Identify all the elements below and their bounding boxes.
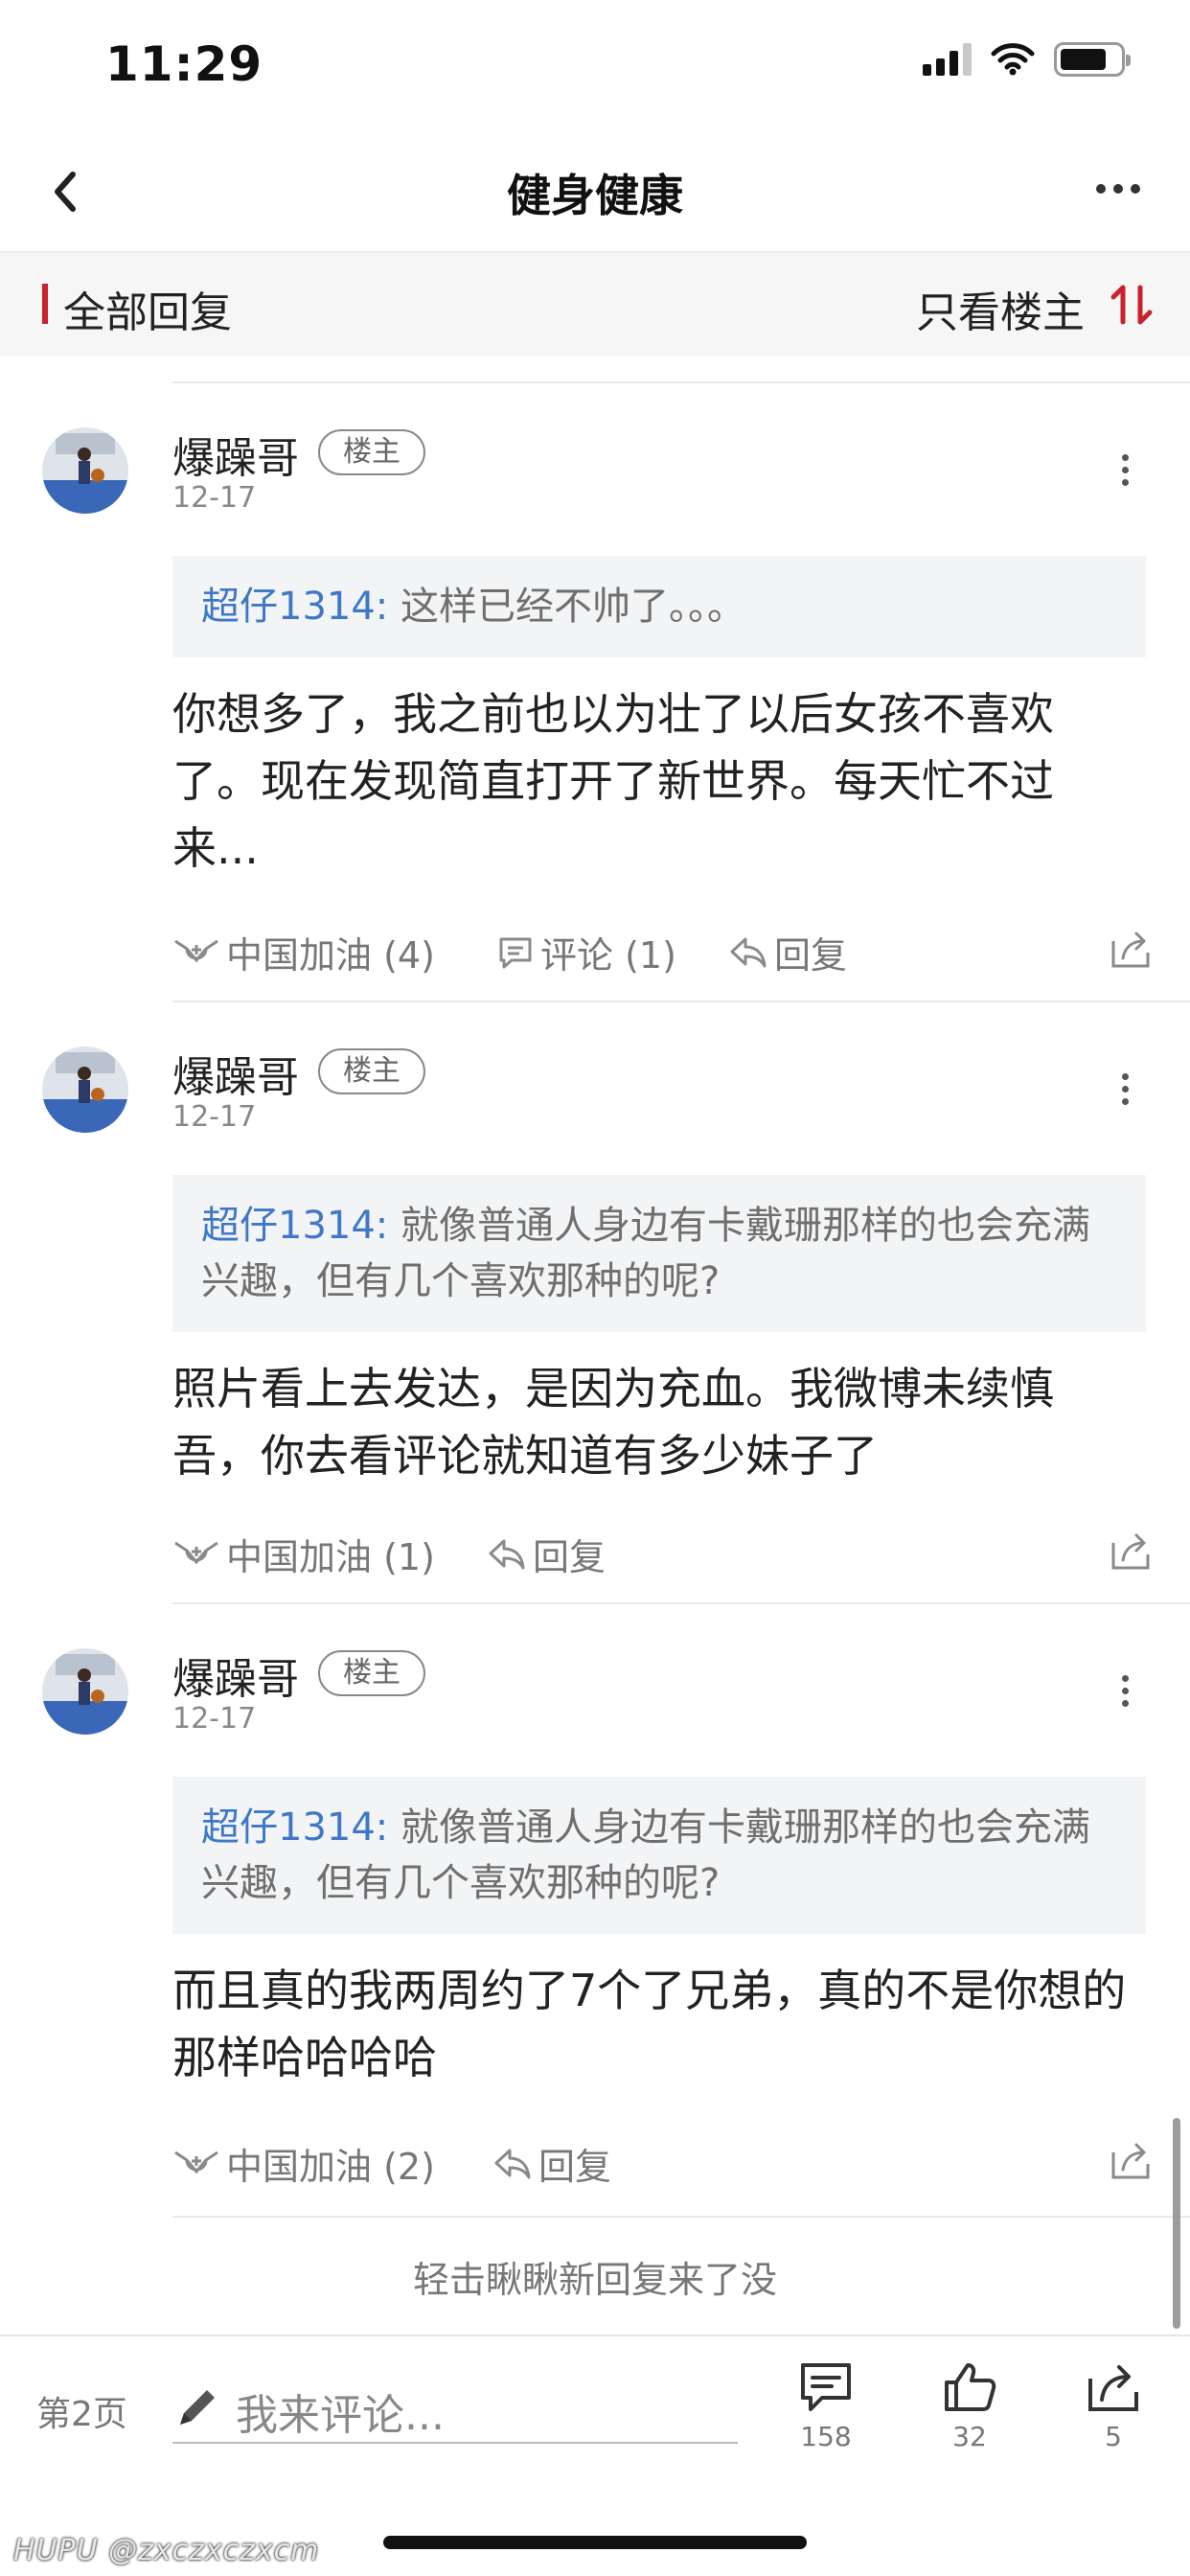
reply-actions: 中国加油 (2) 回复 bbox=[172, 2137, 1150, 2195]
more-options-icon[interactable] bbox=[1096, 184, 1140, 194]
reply-button[interactable]: 回复 bbox=[487, 1528, 606, 1580]
share-post-button[interactable]: 5 bbox=[1065, 2359, 1161, 2452]
avatar[interactable] bbox=[42, 427, 128, 514]
comments-count: 158 bbox=[800, 2421, 852, 2452]
reply-more-icon[interactable] bbox=[1122, 1073, 1129, 1105]
share-post-icon bbox=[1088, 2365, 1138, 2411]
scrollbar[interactable] bbox=[1173, 2118, 1180, 2329]
share-icon[interactable] bbox=[1108, 2137, 1154, 2183]
reply-date: 12-17 bbox=[172, 481, 257, 515]
comment-icon bbox=[499, 937, 532, 968]
reply-actions: 中国加油 (4) 评论 (1) 回复 bbox=[172, 926, 1150, 983]
separator bbox=[172, 1000, 1190, 1002]
quote-author[interactable]: 超仔1314: bbox=[201, 1204, 388, 1248]
battery-icon bbox=[1054, 42, 1131, 77]
likes-count: 32 bbox=[952, 2421, 987, 2452]
reply-text: 照片看上去发达，是因为充血。我微博未续慎吾，你去看评论就知道有多少妹子了 bbox=[172, 1363, 1054, 1482]
page-indicator[interactable]: 第2页 bbox=[36, 2386, 127, 2436]
quoted-reply[interactable]: 超仔1314: 就像普通人身边有卡戴珊那样的也会充满兴趣，但有几个喜欢那种的呢? bbox=[172, 1777, 1146, 1934]
shares-count: 5 bbox=[1105, 2421, 1122, 2452]
comment-button[interactable]: 评论 (1) bbox=[496, 926, 676, 978]
wifi-icon bbox=[991, 43, 1035, 76]
like-button[interactable]: 中国加油 (1) bbox=[172, 1528, 435, 1580]
like-post-button[interactable]: 32 bbox=[922, 2359, 1018, 2452]
quote-author[interactable]: 超仔1314: bbox=[201, 585, 388, 629]
quote-text: 这样已经不帅了。。。 bbox=[400, 585, 745, 629]
avatar[interactable] bbox=[42, 1648, 128, 1735]
nav-bar: 健身健康 bbox=[0, 134, 1190, 249]
comment-placeholder: 我来评论... bbox=[236, 2391, 445, 2440]
only-op-button[interactable]: 只看楼主 bbox=[916, 278, 1085, 339]
reply-label: 回复 bbox=[533, 1536, 606, 1578]
separator bbox=[172, 1602, 1190, 1604]
op-badge: 楼主 bbox=[318, 1650, 425, 1696]
reply-actions: 中国加油 (1) 回复 bbox=[172, 1528, 1150, 1585]
watermark: HUPU @zxczxczxcm bbox=[13, 2534, 320, 2567]
reply-more-icon[interactable] bbox=[1122, 454, 1129, 486]
user-name[interactable]: 爆躁哥 bbox=[172, 1644, 299, 1706]
load-new-replies[interactable]: 轻击瞅瞅新回复来了没 bbox=[0, 2250, 1190, 2303]
like-button[interactable]: 中国加油 (2) bbox=[172, 2137, 435, 2190]
like-label: 中国加油 (2) bbox=[226, 2146, 435, 2188]
comments-button[interactable]: 158 bbox=[778, 2359, 874, 2452]
quoted-reply[interactable]: 超仔1314: 这样已经不帅了。。。 bbox=[172, 556, 1146, 657]
status-icons bbox=[923, 42, 1131, 77]
like-label: 中国加油 (4) bbox=[226, 934, 435, 977]
op-badge: 楼主 bbox=[318, 429, 425, 475]
separator bbox=[172, 381, 1190, 383]
reply-text: 你想多了，我之前也以为壮了以后女孩不喜欢了。现在发现简直打开了新世界。每天忙不过… bbox=[172, 688, 1054, 874]
cheer-icon bbox=[174, 939, 218, 962]
quoted-reply[interactable]: 超仔1314: 就像普通人身边有卡戴珊那样的也会充满兴趣，但有几个喜欢那种的呢? bbox=[172, 1175, 1146, 1332]
op-badge: 楼主 bbox=[318, 1048, 425, 1094]
reply-date: 12-17 bbox=[172, 1100, 257, 1134]
pen-icon bbox=[180, 2390, 215, 2425]
comment-label: 评论 (1) bbox=[540, 934, 676, 977]
reply-date: 12-17 bbox=[172, 1702, 257, 1736]
reply-button[interactable]: 回复 bbox=[728, 926, 847, 978]
home-indicator[interactable] bbox=[383, 2536, 807, 2549]
reply-label: 回复 bbox=[538, 2146, 612, 2188]
user-name[interactable]: 爆躁哥 bbox=[172, 424, 299, 485]
separator bbox=[172, 2216, 1190, 2218]
reply-text: 而且真的我两周约了7个了兄弟，真的不是你想的那样哈哈哈哈 bbox=[172, 1965, 1127, 2083]
all-replies-tab[interactable]: 全部回复 bbox=[63, 278, 232, 339]
filter-accent-bar bbox=[42, 284, 48, 324]
quote-author[interactable]: 超仔1314: bbox=[201, 1806, 388, 1850]
like-button[interactable]: 中国加油 (4) bbox=[172, 926, 435, 978]
avatar[interactable] bbox=[42, 1046, 128, 1133]
comments-icon bbox=[801, 2363, 851, 2411]
reply-icon bbox=[489, 1539, 525, 1569]
cheer-icon bbox=[174, 1541, 218, 1564]
cellular-signal-icon bbox=[923, 43, 972, 76]
cheer-icon bbox=[174, 2150, 218, 2174]
page-title: 健身健康 bbox=[507, 170, 683, 221]
status-time: 11:29 bbox=[105, 36, 263, 92]
share-icon[interactable] bbox=[1108, 926, 1154, 972]
user-name[interactable]: 爆躁哥 bbox=[172, 1043, 299, 1104]
reply-label: 回复 bbox=[774, 934, 848, 977]
sort-icon[interactable] bbox=[1108, 280, 1157, 330]
reply-more-icon[interactable] bbox=[1122, 1675, 1129, 1707]
reply-icon bbox=[494, 2149, 531, 2178]
like-label: 中国加油 (1) bbox=[226, 1536, 435, 1578]
reply-button[interactable]: 回复 bbox=[492, 2137, 611, 2190]
reply-filter-bar: 全部回复 只看楼主 bbox=[0, 251, 1190, 356]
reply-icon bbox=[730, 937, 767, 967]
status-bar: 11:29 bbox=[0, 0, 1190, 125]
comment-input[interactable]: 我来评论... bbox=[172, 2373, 738, 2444]
thumbs-up-icon bbox=[945, 2363, 996, 2411]
share-icon[interactable] bbox=[1108, 1528, 1154, 1574]
